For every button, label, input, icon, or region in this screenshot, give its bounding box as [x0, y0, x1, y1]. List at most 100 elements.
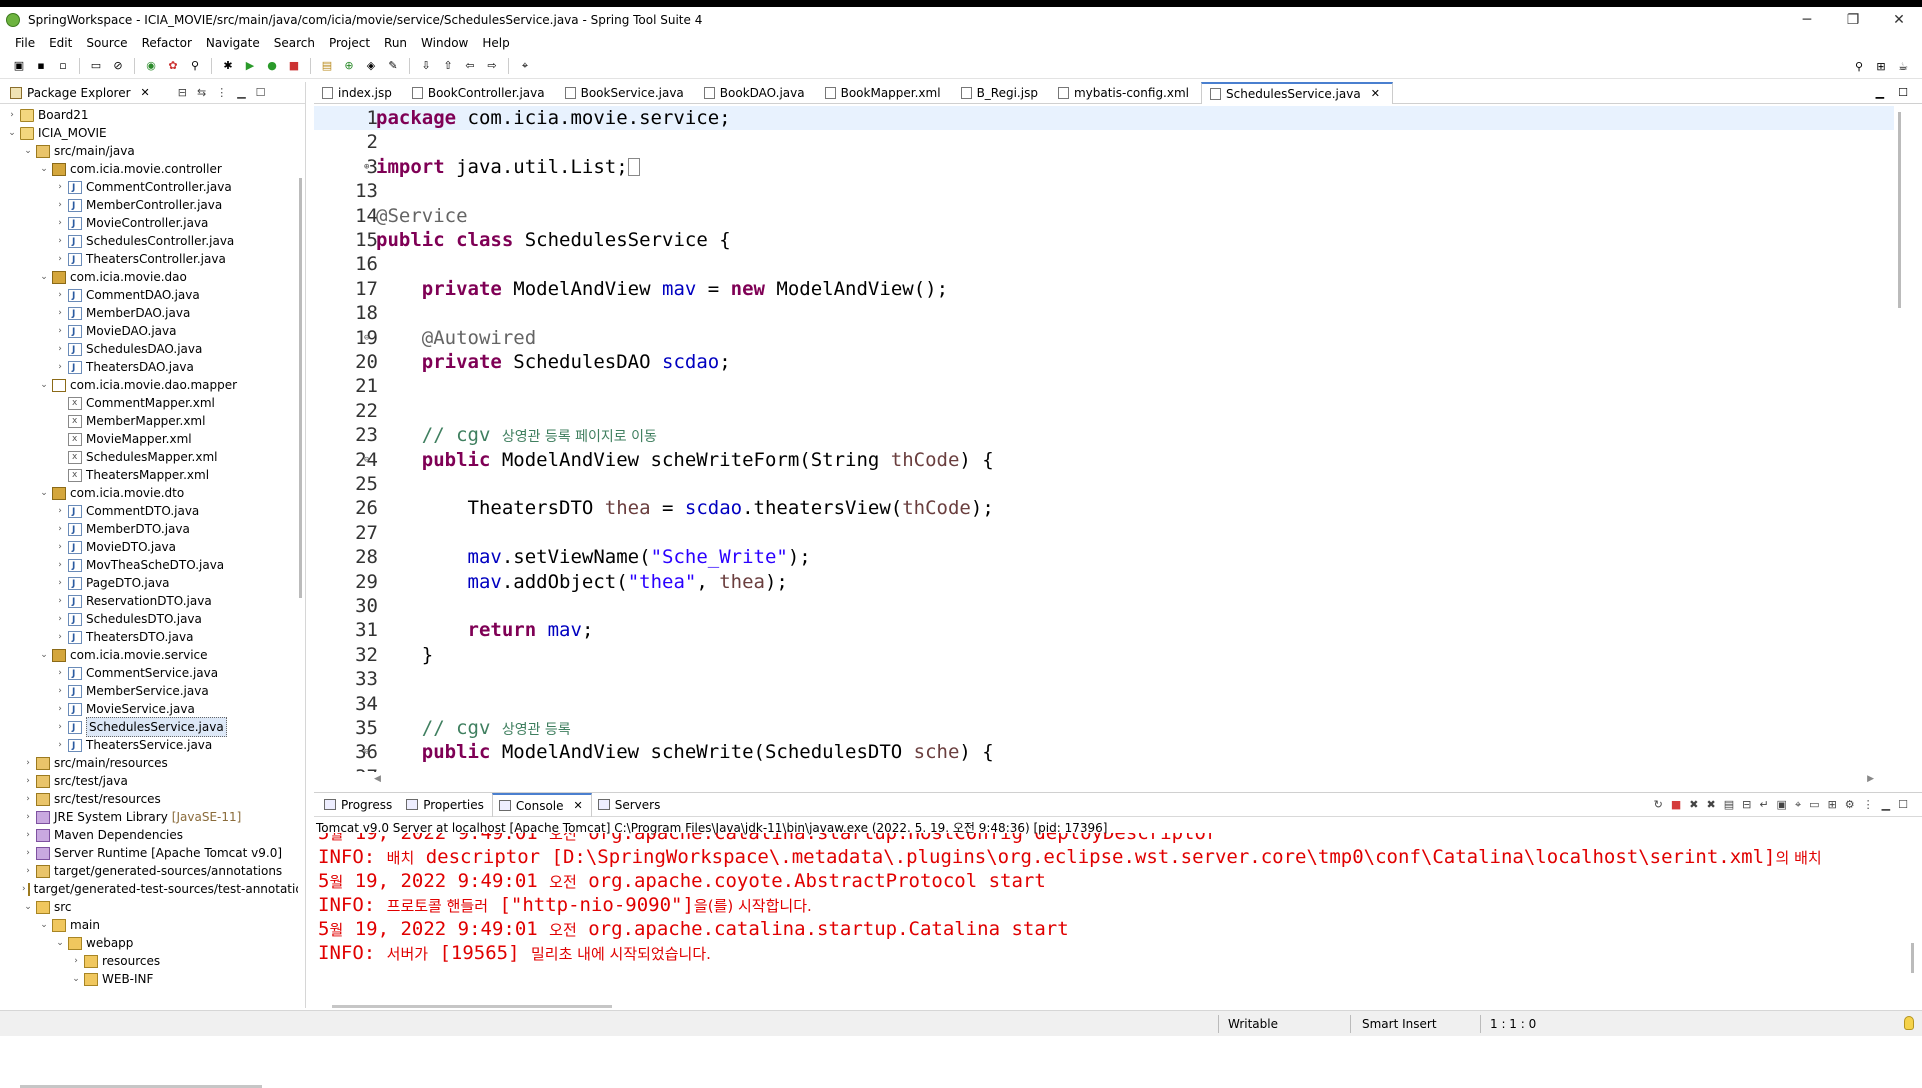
chevron-right-icon[interactable]: › — [22, 790, 34, 808]
scroll-lock-icon[interactable]: ⊟ — [1742, 798, 1751, 812]
tree-item[interactable]: › MovieDTO.java — [0, 538, 298, 557]
tree-item[interactable]: › src/test/resources — [0, 790, 298, 808]
debug-icon[interactable]: ✱ — [219, 58, 237, 74]
chevron-right-icon[interactable]: › — [54, 520, 66, 538]
editor-tab[interactable]: BookService.java — [557, 82, 696, 104]
chevron-right-icon[interactable]: › — [54, 232, 66, 250]
tree-item[interactable]: ⌄ com.icia.movie.dto — [0, 484, 298, 502]
chevron-right-icon[interactable]: › — [54, 502, 66, 520]
tree-item[interactable]: ⌄ com.icia.movie.dao.mapper — [0, 376, 298, 394]
remove-launch-icon[interactable]: ✖ — [1689, 798, 1698, 812]
restore-button[interactable]: ❐ — [1830, 7, 1876, 33]
editor-tab[interactable]: mybatis-config.xml — [1050, 82, 1201, 104]
tree-item[interactable]: › CommentController.java — [0, 178, 298, 197]
tree-item[interactable]: › MemberController.java — [0, 196, 298, 215]
minimize-view-icon[interactable]: ▁ — [1876, 86, 1884, 99]
collapse-fold-icon[interactable]: ⊖ — [364, 326, 374, 350]
tree-item[interactable]: › CommentDAO.java — [0, 286, 298, 305]
tree-item[interactable]: ⌄ com.icia.movie.service — [0, 646, 298, 664]
editor-tab[interactable]: SchedulesService.java ✕ — [1201, 81, 1393, 104]
open-type-icon[interactable]: ◈ — [362, 58, 380, 74]
tree-item[interactable]: ⌄ webapp — [0, 934, 298, 952]
expand-fold-icon[interactable]: ⊕ — [364, 155, 374, 179]
chevron-right-icon[interactable]: › — [6, 106, 18, 124]
tree-item[interactable]: ⌄ com.icia.movie.dao — [0, 268, 298, 286]
chevron-right-icon[interactable]: › — [54, 304, 66, 322]
tree-item[interactable]: › Board21 — [0, 106, 298, 124]
chevron-right-icon[interactable]: › — [54, 556, 66, 574]
chevron-right-icon[interactable]: › — [22, 862, 34, 880]
open-console-icon[interactable]: ▭ — [87, 58, 105, 74]
tree-item[interactable]: › ReservationDTO.java — [0, 592, 298, 611]
chevron-right-icon[interactable]: › — [22, 844, 34, 862]
pin-editor-icon[interactable]: ⌖ — [516, 58, 534, 74]
close-icon[interactable]: ✕ — [141, 86, 150, 99]
minimize-view-icon[interactable]: ▁ — [1882, 798, 1890, 812]
next-annotation-icon[interactable]: ⇩ — [417, 58, 435, 74]
package-explorer-tab[interactable]: Package Explorer ✕ — [6, 85, 154, 100]
open-console-icon[interactable]: ⊞ — [1828, 798, 1837, 812]
tree-item[interactable]: › SchedulesController.java — [0, 232, 298, 251]
minimize-view-icon[interactable]: ▁ — [237, 86, 245, 99]
new-class-icon[interactable]: ⊕ — [340, 58, 358, 74]
chevron-right-icon[interactable]: › — [54, 664, 66, 682]
show-console-icon[interactable]: ▣ — [1777, 798, 1787, 812]
settings-icon[interactable]: ⚙ — [1845, 798, 1855, 812]
tree-item[interactable]: MemberMapper.xml — [0, 412, 298, 430]
scroll-right-icon[interactable]: ▶ — [1867, 774, 1874, 784]
tree-item[interactable]: › src/main/resources — [0, 754, 298, 772]
chevron-right-icon[interactable]: › — [22, 826, 34, 844]
chevron-down-icon[interactable]: ⌄ — [6, 124, 18, 142]
search-icon[interactable]: ⚲ — [1850, 58, 1868, 74]
tree-item[interactable]: › Maven Dependencies — [0, 826, 298, 844]
chevron-right-icon[interactable]: › — [22, 880, 26, 898]
console-output[interactable]: 5월 19, 2022 9:49:01 오전 org.apache.catali… — [318, 833, 1918, 983]
previous-annotation-icon[interactable]: ⇧ — [439, 58, 457, 74]
console-tab-console[interactable]: Console ✕ — [491, 792, 592, 817]
chevron-down-icon[interactable]: ⌄ — [38, 160, 50, 178]
boot-dashboard-icon[interactable]: ◉ — [142, 58, 160, 74]
tree-item[interactable]: ⌄ src — [0, 898, 298, 916]
new-icon[interactable]: ▣ — [10, 58, 28, 74]
menu-edit[interactable]: Edit — [42, 36, 79, 50]
collapse-fold-icon[interactable]: ⊖ — [364, 740, 374, 764]
code-editor[interactable]: 1 package com.icia.movie.service; 2 3 ⊕ impor… — [314, 106, 1894, 772]
menu-file[interactable]: File — [8, 36, 42, 50]
close-icon[interactable]: ✕ — [1371, 87, 1380, 100]
folded-imports-marker[interactable] — [627, 157, 640, 176]
chevron-right-icon[interactable]: › — [54, 214, 66, 232]
tree-item[interactable]: › CommentDTO.java — [0, 502, 298, 521]
tree-item[interactable]: › MemberService.java — [0, 682, 298, 701]
lightbulb-icon[interactable] — [1904, 1016, 1914, 1030]
chevron-down-icon[interactable]: ⌄ — [70, 970, 82, 986]
menu-search[interactable]: Search — [267, 36, 322, 50]
chevron-right-icon[interactable]: › — [22, 808, 34, 826]
editor-tab[interactable]: BookDAO.java — [696, 82, 817, 104]
scroll-left-icon[interactable]: ◀ — [374, 774, 381, 784]
chevron-right-icon[interactable]: › — [54, 196, 66, 214]
tree-item[interactable]: ⌄ src/main/java — [0, 142, 298, 160]
console-vertical-scrollbar[interactable] — [1911, 943, 1914, 973]
pin-console-icon[interactable]: ⌖ — [1795, 798, 1801, 812]
menu-source[interactable]: Source — [79, 36, 134, 50]
spring-icon[interactable]: ✿ — [164, 58, 182, 74]
tree-item[interactable]: CommentMapper.xml — [0, 394, 298, 412]
word-wrap-icon[interactable]: ↵ — [1759, 798, 1768, 812]
tree-item[interactable]: › TheatersDAO.java — [0, 358, 298, 377]
menu-navigate[interactable]: Navigate — [199, 36, 267, 50]
chevron-down-icon[interactable]: ⌄ — [22, 142, 34, 160]
tree-item[interactable]: › MemberDTO.java — [0, 520, 298, 539]
tree-item[interactable]: MovieMapper.xml — [0, 430, 298, 448]
editor-tab[interactable]: BookController.java — [404, 82, 557, 104]
tree-item[interactable]: ⌄ ICIA_MOVIE — [0, 124, 298, 142]
run-icon[interactable]: ▶ — [241, 58, 259, 74]
tree-item[interactable]: › JRE System Library [JavaSE-11] — [0, 808, 298, 826]
chevron-down-icon[interactable]: ⌄ — [54, 934, 66, 952]
chevron-down-icon[interactable]: ⌄ — [38, 484, 50, 502]
tree-item[interactable]: › SchedulesDTO.java — [0, 610, 298, 629]
tree-item[interactable]: › MovieDAO.java — [0, 322, 298, 341]
maximize-view-icon[interactable]: ☐ — [1898, 798, 1908, 812]
chevron-down-icon[interactable]: ⌄ — [38, 916, 50, 934]
search-icon[interactable]: ⚲ — [186, 58, 204, 74]
chevron-right-icon[interactable]: › — [54, 250, 66, 268]
